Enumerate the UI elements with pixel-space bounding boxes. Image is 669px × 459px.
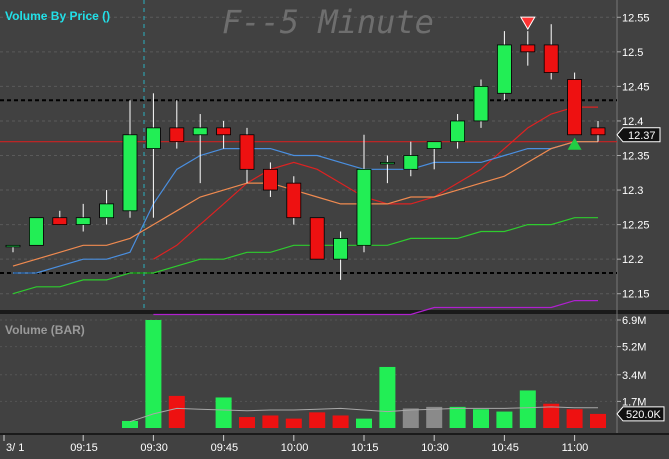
time-tick-label: 09:45	[211, 442, 239, 454]
volume-bar	[590, 413, 606, 428]
volume-bar	[239, 417, 255, 428]
candle-body	[286, 182, 302, 219]
price-tick-label: 12.5	[622, 47, 643, 59]
candle-body	[520, 44, 536, 53]
candle-body	[145, 127, 161, 149]
candle-body	[473, 85, 489, 122]
price-tick-label: 12.4	[622, 116, 643, 128]
time-tick-label: 09:30	[140, 442, 168, 454]
time-tick-label: 11:00	[562, 442, 589, 454]
candle	[28, 217, 44, 246]
candle-body	[543, 44, 559, 73]
volume-bar	[356, 418, 372, 428]
volume-bar	[426, 406, 443, 428]
volume-bar	[215, 397, 232, 428]
time-tick-label: 09:15	[70, 442, 98, 454]
volume-bar	[566, 409, 583, 428]
last-volume-label: 520.0K	[626, 409, 662, 421]
volume-bar	[402, 408, 419, 428]
time-tick-label: 10:15	[351, 442, 379, 454]
candle-body	[450, 120, 466, 143]
volume-axis-ticks: 6.9M5.2M3.4M1.7M520.0K	[616, 315, 665, 422]
volume-bar	[285, 418, 302, 428]
candle-body	[239, 134, 255, 170]
price-tick-label: 12.15	[622, 289, 650, 301]
candle-body	[75, 217, 91, 226]
volume-title: Volume (BAR)	[5, 323, 85, 337]
candle-body	[28, 217, 44, 246]
volume-bar	[496, 411, 513, 428]
candle-body	[52, 217, 68, 226]
volume-tick-label: 6.9M	[622, 315, 646, 327]
candle-body	[192, 127, 208, 136]
time-tick-label: 10:45	[491, 442, 519, 454]
chart: 12.55 12.5 12.45 12.4 12.35 12.3 12.25 12.2 12.1…	[0, 0, 669, 459]
candle-body	[99, 203, 114, 219]
watermark: F--5 Minute	[222, 3, 434, 41]
time-tick-label: 10:30	[421, 442, 449, 454]
volume-bar	[519, 390, 536, 428]
candle-body	[262, 168, 278, 191]
last-price-label: 12.37	[628, 130, 656, 142]
candle	[567, 72, 582, 136]
candle-body	[567, 79, 582, 136]
candle-body	[122, 134, 138, 212]
volume-bar	[122, 420, 138, 428]
price-tick-label: 12.55	[622, 12, 650, 24]
time-tick-label: 10:00	[281, 442, 309, 454]
candle-body	[496, 44, 512, 94]
candle	[286, 176, 302, 225]
price-tick-label: 12.45	[622, 81, 650, 93]
candle-body	[379, 162, 395, 165]
volume-bar	[332, 415, 349, 428]
candle-body	[356, 168, 372, 246]
volume-bar	[473, 409, 489, 428]
candle	[473, 79, 489, 128]
price-tick-label: 12.25	[622, 220, 650, 232]
volume-tick-label: 5.2M	[622, 342, 646, 354]
candle-body	[216, 127, 232, 136]
volume-bar	[168, 395, 185, 428]
price-tick-label: 12.35	[622, 151, 650, 163]
volume-bar	[379, 366, 396, 428]
candle-body	[590, 127, 606, 136]
volume-tick-label: 3.4M	[622, 370, 646, 382]
candle	[309, 217, 325, 260]
candle-body	[426, 141, 442, 149]
candle-body	[309, 217, 325, 260]
chart-title: Volume By Price ()	[5, 9, 110, 23]
candle-body	[169, 127, 185, 143]
volume-bar	[449, 406, 466, 428]
price-tick-label: 12.2	[622, 254, 643, 266]
candle-body	[403, 155, 419, 170]
price-tick-label: 12.3	[622, 185, 643, 197]
volume-bar	[309, 412, 326, 428]
candle-body	[333, 238, 349, 260]
candle-body	[5, 244, 21, 248]
volume-bar	[262, 415, 279, 428]
time-tick-label: 3/ 1	[6, 442, 24, 454]
volume-bar	[145, 320, 162, 428]
